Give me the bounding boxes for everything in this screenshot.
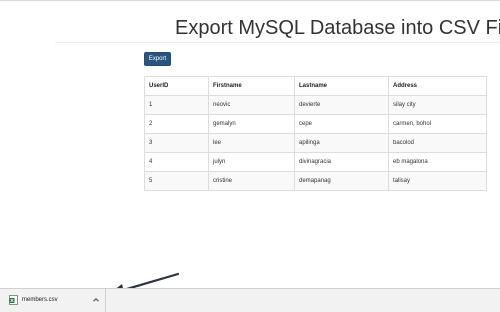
cell-firstname: julyn xyxy=(208,152,295,172)
cell-lastname: apilinga xyxy=(294,133,389,153)
download-file-name: members.csv xyxy=(22,297,58,303)
members-table: UserID Firstname Lastname Address 1 neov… xyxy=(144,76,487,191)
header-divider xyxy=(55,42,500,43)
cell-lastname: divinagracia xyxy=(294,152,389,172)
cell-address: talisay xyxy=(388,171,487,191)
cell-address: carmen, bohol xyxy=(388,114,487,134)
cell-userid: 5 xyxy=(144,171,209,191)
cell-lastname: demapanag xyxy=(294,171,389,191)
page-title: Export MySQL Database into CSV File xyxy=(175,17,500,39)
window-top-border xyxy=(0,0,500,1)
cell-userid: 4 xyxy=(144,152,209,172)
cell-firstname: lee xyxy=(208,133,295,153)
download-bar: members.csv xyxy=(0,288,500,312)
column-header-userid: UserID xyxy=(144,76,209,96)
cell-userid: 1 xyxy=(144,95,209,115)
cell-userid: 2 xyxy=(144,114,209,134)
table-header-row: UserID Firstname Lastname Address xyxy=(144,76,487,96)
download-item[interactable]: members.csv xyxy=(0,289,106,312)
table-row: 3 lee apilinga bacolod xyxy=(144,133,487,153)
cell-lastname: cepe xyxy=(294,114,389,134)
table-row: 1 neovic devierte silay city xyxy=(144,95,487,115)
cell-userid: 3 xyxy=(144,133,209,153)
table-row: 2 gemalyn cepe carmen, bohol xyxy=(144,114,487,134)
cell-firstname: neovic xyxy=(208,95,295,115)
table-row: 4 julyn divinagracia eb magalona xyxy=(144,152,487,172)
cell-address: eb magalona xyxy=(388,152,487,172)
cell-address: bacolod xyxy=(388,133,487,153)
cell-lastname: devierte xyxy=(294,95,389,115)
table-row: 5 cristine demapanag talisay xyxy=(144,171,487,191)
cell-firstname: cristine xyxy=(208,171,295,191)
csv-file-icon xyxy=(9,295,18,305)
cell-firstname: gemalyn xyxy=(208,114,295,134)
column-header-firstname: Firstname xyxy=(208,76,295,96)
cell-address: silay city xyxy=(388,95,487,115)
export-button[interactable]: Export xyxy=(144,52,171,66)
chevron-up-icon[interactable] xyxy=(91,295,101,305)
column-header-address: Address xyxy=(388,76,487,96)
column-header-lastname: Lastname xyxy=(294,76,389,96)
